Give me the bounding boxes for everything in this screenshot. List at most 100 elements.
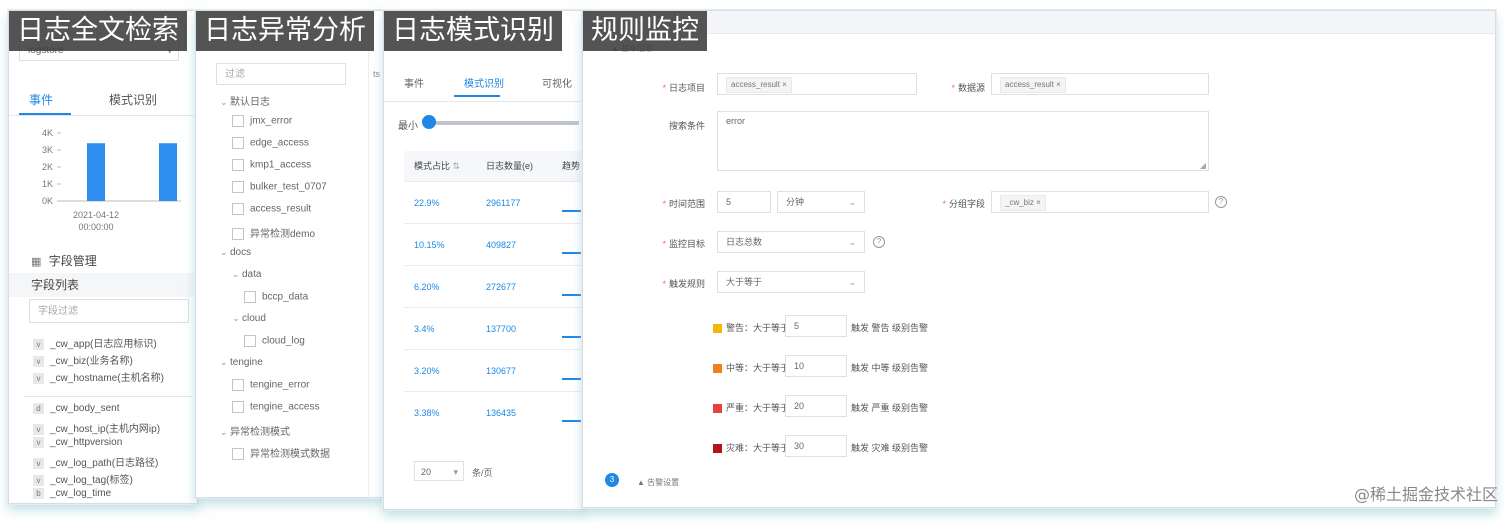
checkbox[interactable]: [232, 115, 244, 127]
similarity-slider-handle[interactable]: [422, 115, 436, 129]
pattern-count[interactable]: 130677: [486, 366, 516, 376]
field-item[interactable]: v _cw_log_path(日志路径): [33, 454, 158, 469]
histogram-bar[interactable]: [87, 143, 105, 201]
checkbox[interactable]: [232, 181, 244, 193]
log-project-select[interactable]: access_result ×: [717, 73, 917, 95]
tree-leaf[interactable]: access_result: [232, 203, 311, 215]
time-unit-select[interactable]: 分钟 ⌄: [777, 191, 865, 213]
tree-group[interactable]: ⌄ 默认日志: [220, 93, 270, 108]
table-row[interactable]: 3.4% 137700: [404, 307, 584, 350]
checkbox[interactable]: [232, 448, 244, 461]
group-by-tag[interactable]: _cw_biz ×: [1000, 195, 1046, 211]
field-item[interactable]: v _cw_biz(业务名称): [33, 352, 133, 367]
pattern-pct[interactable]: 3.20%: [414, 366, 440, 376]
pattern-pct[interactable]: 6.20%: [414, 282, 440, 292]
pattern-count[interactable]: 272677: [486, 282, 516, 292]
checkbox[interactable]: [244, 291, 256, 303]
pattern-pct[interactable]: 22.9%: [414, 198, 440, 208]
alert-level-label: 灾难：大于等于: [713, 441, 789, 454]
checkbox[interactable]: [232, 159, 244, 171]
pattern-count[interactable]: 136435: [486, 408, 516, 418]
tree-leaf[interactable]: tengine_error: [232, 379, 309, 391]
help-icon[interactable]: ?: [1215, 196, 1227, 208]
tree-filter-input[interactable]: 过滤: [216, 63, 346, 85]
table-row[interactable]: 10.15% 409827: [404, 223, 584, 266]
threshold-input[interactable]: 20: [785, 395, 847, 417]
field-filter-input[interactable]: 字段过滤: [29, 299, 189, 323]
field-item[interactable]: d _cw_body_sent: [33, 403, 120, 414]
data-source-tag[interactable]: access_result ×: [1000, 77, 1066, 93]
checkbox[interactable]: [232, 401, 244, 413]
query-textarea[interactable]: error ◢: [717, 111, 1209, 171]
chevron-down-icon: ⌄: [848, 237, 856, 247]
tab-pattern[interactable]: 模式识别: [464, 75, 504, 90]
checkbox[interactable]: [232, 137, 244, 149]
tab-events[interactable]: 事件: [29, 91, 53, 108]
tree-group[interactable]: ⌄ 异常检测模式: [220, 423, 290, 438]
log-project-tag[interactable]: access_result ×: [726, 77, 792, 93]
field-name: _cw_hostname(主机名称): [50, 373, 164, 384]
threshold-input[interactable]: 10: [785, 355, 847, 377]
rule-monitor-panel: ▲ 基本信息 *日志项目 access_result × *数据源 access…: [582, 10, 1496, 508]
monitor-target-select[interactable]: 日志总数 ⌄: [717, 231, 865, 253]
pattern-pct[interactable]: 10.15%: [414, 240, 445, 250]
slider-label: 最小: [398, 121, 418, 132]
threshold-input[interactable]: 30: [785, 435, 847, 457]
page-size-select[interactable]: 20 ▾: [414, 461, 464, 481]
table-row[interactable]: 3.20% 130677: [404, 349, 584, 392]
tree-leaf[interactable]: kmp1_access: [232, 159, 311, 171]
table-row[interactable]: 6.20% 272677: [404, 265, 584, 308]
field-item[interactable]: b _cw_log_time: [33, 488, 111, 499]
trigger-rule-label: * 触发规则: [662, 279, 705, 289]
tree-leaf[interactable]: edge_access: [232, 137, 309, 149]
field-name: _cw_host_ip(主机内网ip): [50, 424, 161, 435]
step-bottom-collapse[interactable]: ▲ 告警设置: [637, 477, 679, 488]
pattern-count[interactable]: 2961177: [486, 198, 520, 208]
tree-leaf[interactable]: cloud_log: [244, 335, 305, 347]
severity-name: 警告：: [726, 323, 754, 333]
tab-events[interactable]: 事件: [404, 75, 424, 90]
tree-leaf[interactable]: tengine_access: [232, 401, 320, 413]
field-item[interactable]: v _cw_hostname(主机名称): [33, 369, 164, 384]
tree-leaf[interactable]: 异常检测模式数据: [232, 445, 330, 461]
tree-leaf[interactable]: 异常检测demo: [232, 225, 315, 241]
field-item[interactable]: v _cw_host_ip(主机内网ip): [33, 420, 160, 435]
severity-condition: 大于等于: [753, 403, 790, 413]
table-row[interactable]: 3.38% 136435: [404, 391, 584, 434]
time-range-input[interactable]: 5: [717, 191, 771, 213]
tree-leaf[interactable]: bccp_data: [244, 291, 308, 303]
data-source-select[interactable]: access_result ×: [991, 73, 1209, 95]
resize-handle-icon[interactable]: ◢: [1200, 161, 1206, 170]
field-item[interactable]: v _cw_app(日志应用标识): [33, 335, 157, 350]
pattern-count[interactable]: 409827: [486, 240, 516, 250]
x-tick-label: 2021-04-12: [73, 210, 119, 220]
tab-visualize[interactable]: 可视化: [542, 75, 572, 90]
similarity-slider-track[interactable]: [429, 121, 579, 125]
tree-group[interactable]: ⌄ data: [232, 269, 261, 280]
pattern-pct[interactable]: 3.38%: [414, 408, 440, 418]
help-icon[interactable]: ?: [873, 236, 885, 248]
checkbox[interactable]: [232, 228, 244, 241]
checkbox[interactable]: [244, 335, 256, 347]
field-item[interactable]: v _cw_httpversion: [33, 437, 122, 448]
histogram-bar[interactable]: [159, 143, 177, 201]
tree-group[interactable]: ⌄ cloud: [232, 313, 266, 324]
tree-leaf[interactable]: bulker_test_0707: [232, 181, 327, 193]
table-row[interactable]: 22.9% 2961177: [404, 181, 584, 224]
group-by-select[interactable]: _cw_biz ×: [991, 191, 1209, 213]
threshold-input[interactable]: 5: [785, 315, 847, 337]
trend-sparkline: [562, 294, 584, 296]
pattern-pct[interactable]: 3.4%: [414, 324, 435, 334]
field-item[interactable]: v _cw_log_tag(标签): [33, 471, 133, 486]
checkbox[interactable]: [232, 203, 244, 215]
page-size-value: 20: [421, 467, 432, 477]
tab-pattern[interactable]: 模式识别: [109, 91, 157, 108]
checkbox[interactable]: [232, 379, 244, 391]
col-header-pct[interactable]: 模式占比 ⇅: [414, 151, 460, 181]
trigger-rule-select[interactable]: 大于等于 ⌄: [717, 271, 865, 293]
severity-color-icon: [713, 444, 722, 454]
pattern-count[interactable]: 137700: [486, 324, 516, 334]
tree-group[interactable]: ⌄ tengine: [220, 357, 263, 368]
tree-group[interactable]: ⌄ docs: [220, 247, 251, 258]
tree-leaf[interactable]: jmx_error: [232, 115, 292, 127]
